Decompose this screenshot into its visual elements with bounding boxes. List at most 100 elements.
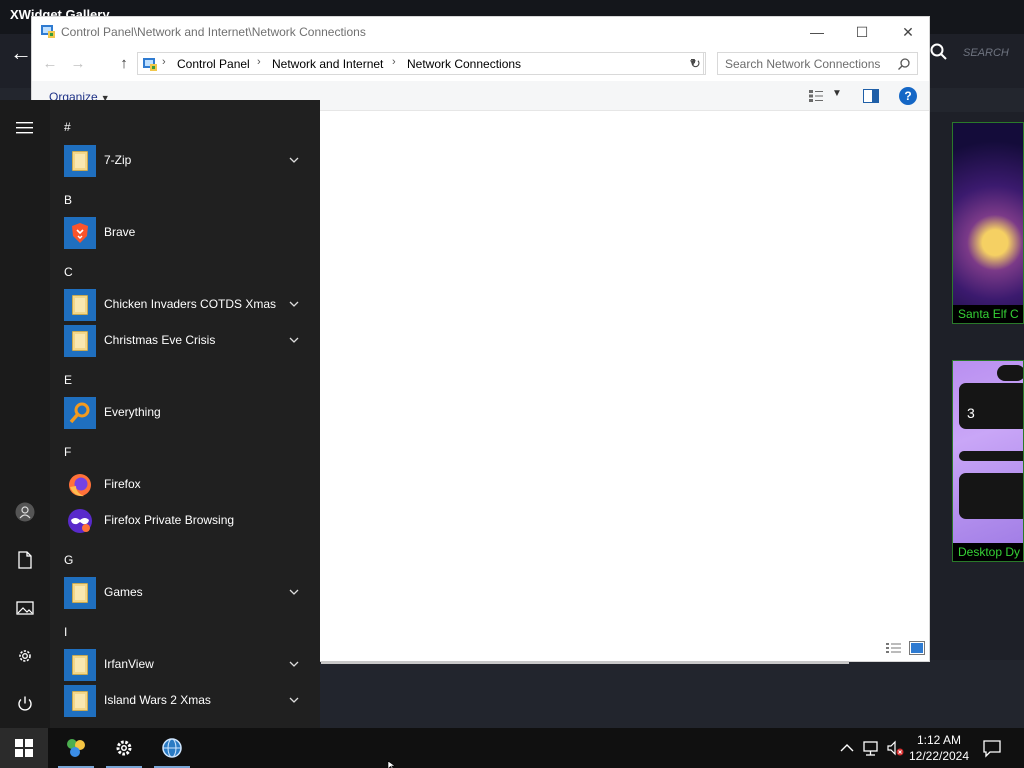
folder-icon — [64, 649, 96, 681]
group-header[interactable]: C — [64, 265, 73, 279]
horizontal-scrollbar[interactable] — [321, 661, 849, 664]
power-icon[interactable] — [10, 689, 40, 719]
everything-icon — [64, 397, 96, 429]
window-title: Control Panel\Network and Internet\Netwo… — [61, 25, 366, 39]
settings-icon[interactable] — [10, 641, 40, 671]
app-item-christmas-eve-crisis[interactable]: Christmas Eve Crisis — [64, 324, 310, 358]
app-label: 7-Zip — [104, 153, 132, 167]
group-header[interactable]: I — [64, 625, 67, 639]
start-button[interactable] — [0, 728, 48, 768]
chevron-down-icon — [289, 337, 299, 343]
breadcrumb-control-panel[interactable]: Control Panel — [177, 57, 250, 71]
group-header[interactable]: # — [64, 120, 71, 134]
folder-icon — [64, 325, 96, 357]
group-header[interactable]: G — [64, 553, 73, 567]
back-button[interactable]: ← — [40, 54, 60, 74]
pictures-icon[interactable] — [10, 593, 40, 623]
widget-thumbnail[interactable]: 3 Desktop Dy — [952, 360, 1024, 562]
hamburger-icon[interactable] — [10, 113, 40, 143]
firefox-private-icon — [64, 505, 96, 537]
preview-number: 3 — [967, 405, 975, 421]
up-button[interactable]: ↑ — [114, 54, 134, 74]
xwidget-icon — [67, 739, 85, 757]
gallery-search-input[interactable]: SEARCH — [963, 47, 1009, 59]
app-item-7-zip[interactable]: 7-Zip — [64, 144, 310, 178]
taskbar-globe-button[interactable] — [148, 728, 196, 768]
minimize-button[interactable]: — — [794, 17, 840, 47]
change-view-icon[interactable] — [808, 89, 824, 103]
folder-icon — [64, 685, 96, 717]
widget-thumbnail[interactable]: Santa Elf C — [952, 122, 1024, 324]
brave-icon — [64, 217, 96, 249]
mouse-cursor-icon — [387, 760, 396, 768]
chevron-down-icon — [289, 697, 299, 703]
search-box[interactable]: Search Network Connections — [717, 52, 918, 75]
search-icon[interactable] — [929, 42, 949, 62]
app-label: Island Wars 2 Xmas — [104, 693, 211, 707]
app-item-firefox-private-browsing[interactable]: Firefox Private Browsing — [64, 504, 310, 538]
app-label: IrfanView — [104, 657, 154, 671]
preview-pane-icon[interactable] — [863, 89, 879, 103]
folder-icon — [64, 289, 96, 321]
breadcrumb-chevron-icon[interactable]: › — [257, 56, 261, 68]
breadcrumb-network-connections[interactable]: Network Connections — [407, 57, 521, 71]
app-label: Christmas Eve Crisis — [104, 333, 216, 347]
details-view-icon[interactable] — [885, 641, 903, 655]
address-bar[interactable]: › Control Panel › Network and Internet ›… — [137, 52, 704, 75]
preview-card: 3 — [959, 383, 1023, 429]
network-icon[interactable] — [862, 739, 880, 757]
settings-icon — [116, 740, 132, 756]
navigation-bar: ← → ↑ › Control Panel › Network and Inte… — [32, 47, 929, 81]
search-icon — [898, 58, 910, 70]
app-label: Firefox Private Browsing — [104, 513, 235, 527]
volume-muted-icon[interactable] — [886, 739, 904, 757]
chevron-up-icon[interactable] — [838, 739, 856, 757]
breadcrumb-chevron-icon[interactable]: › — [162, 56, 166, 68]
breadcrumb-chevron-icon[interactable]: › — [392, 56, 396, 68]
close-button[interactable]: ✕ — [885, 17, 931, 47]
view-options-chevron-icon[interactable]: ▼ — [832, 88, 842, 99]
chevron-down-icon — [289, 661, 299, 667]
system-clock[interactable]: 1:12 AM 12/22/2024 — [906, 732, 972, 764]
app-item-firefox[interactable]: Firefox — [64, 468, 310, 502]
globe-icon — [162, 738, 182, 758]
app-item-brave[interactable]: Brave — [64, 216, 310, 250]
documents-icon[interactable] — [10, 545, 40, 575]
windows-logo-icon — [15, 739, 33, 757]
app-item-chicken-invaders[interactable]: Chicken Invaders COTDS Xmas — [64, 288, 310, 322]
help-button[interactable]: ? — [899, 87, 917, 105]
candle-preview-image — [953, 123, 1023, 307]
notification-center-icon[interactable] — [982, 738, 1002, 758]
user-icon[interactable] — [10, 497, 40, 527]
control-panel-icon — [41, 25, 55, 38]
app-item-irfanview[interactable]: IrfanView — [64, 648, 310, 682]
app-item-everything[interactable]: Everything — [64, 396, 310, 430]
refresh-button[interactable]: ↻ — [686, 52, 706, 75]
taskbar-xwidget-button[interactable] — [52, 728, 100, 768]
folder-icon — [64, 145, 96, 177]
maximize-button[interactable]: ☐ — [839, 17, 885, 47]
breadcrumb-network-and-internet[interactable]: Network and Internet — [272, 57, 383, 71]
chevron-down-icon — [289, 589, 299, 595]
thumbnail-caption: Desktop Dy — [953, 543, 1023, 561]
app-label: Brave — [104, 225, 136, 239]
group-header[interactable]: F — [64, 445, 71, 459]
app-item-island-wars-2-xmas[interactable]: Island Wars 2 Xmas — [64, 684, 310, 718]
search-input[interactable]: Search Network Connections — [725, 57, 880, 71]
app-label: Chicken Invaders COTDS Xmas — [104, 297, 277, 311]
preview-player — [959, 473, 1023, 519]
clock-date: 12/22/2024 — [908, 749, 970, 763]
window-titlebar[interactable]: Control Panel\Network and Internet\Netwo… — [32, 17, 929, 47]
app-list: # 7-Zip B Brave C Chicken Invaders COTDS… — [50, 100, 320, 728]
start-menu: # 7-Zip B Brave C Chicken Invaders COTDS… — [0, 100, 320, 728]
app-label: Everything — [104, 405, 161, 419]
control-panel-icon — [143, 58, 157, 71]
app-item-games[interactable]: Games — [64, 576, 310, 610]
large-icons-view-icon[interactable] — [909, 641, 925, 655]
group-header[interactable]: E — [64, 373, 72, 387]
preview-pill — [997, 365, 1023, 381]
taskbar: 1:12 AM 12/22/2024 — [0, 728, 1024, 768]
forward-button[interactable]: → — [68, 54, 88, 74]
group-header[interactable]: B — [64, 193, 72, 207]
taskbar-settings-button[interactable] — [100, 728, 148, 768]
